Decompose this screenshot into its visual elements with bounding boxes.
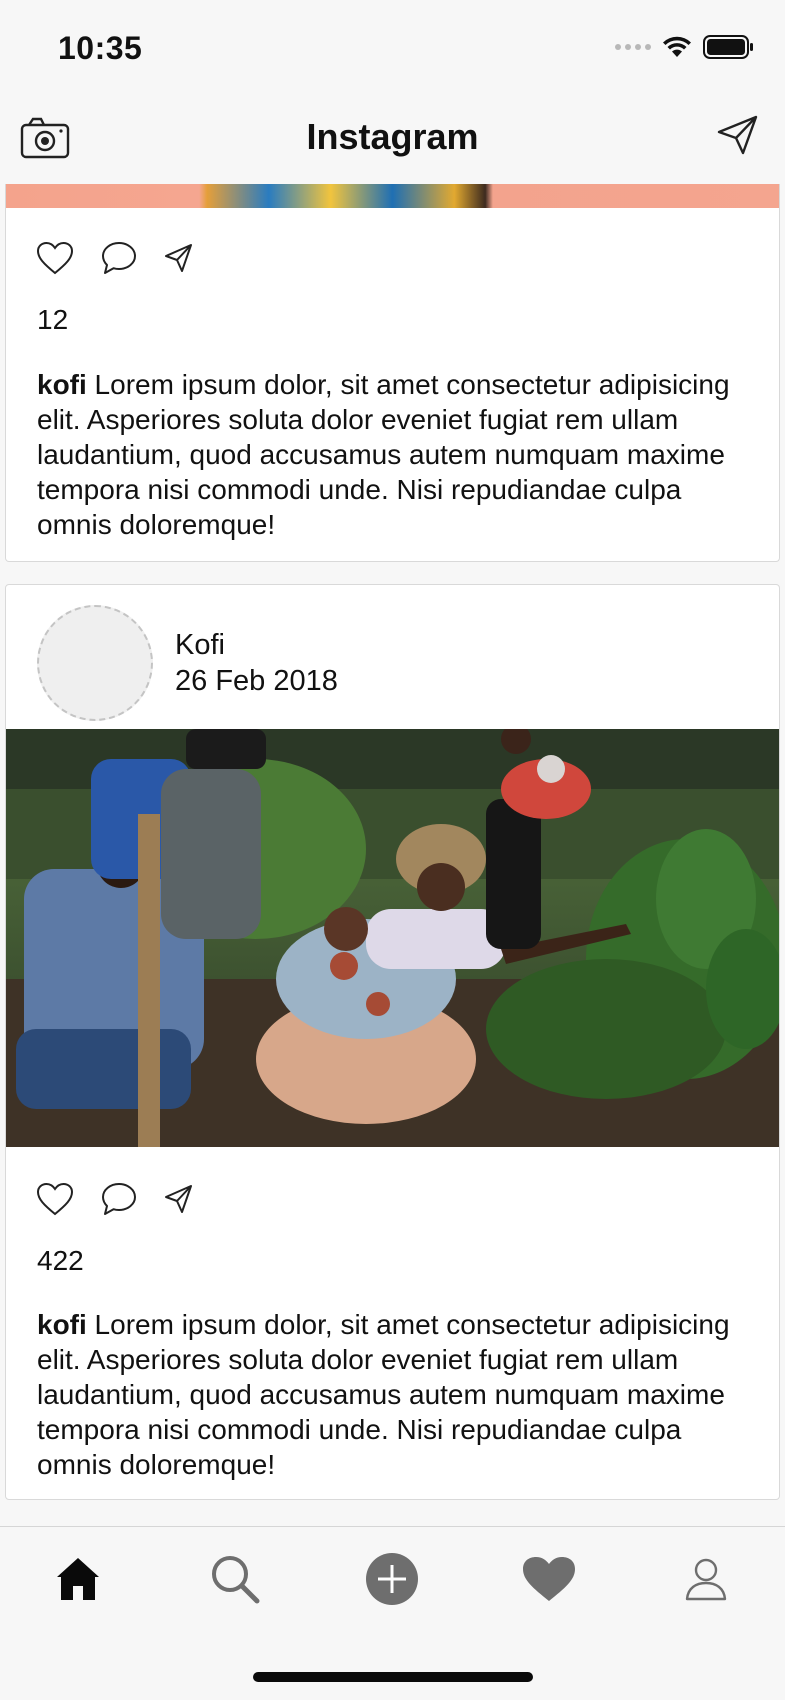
caption-username[interactable]: kofi xyxy=(37,1309,87,1340)
post-card: 12 kofi Lorem ipsum dolor, sit amet cons… xyxy=(5,208,780,562)
paper-plane-icon[interactable] xyxy=(717,114,759,156)
status-bar: 10:35 xyxy=(0,0,785,96)
post-photo[interactable] xyxy=(6,729,779,1147)
post-date: 26 Feb 2018 xyxy=(175,665,338,697)
tab-home[interactable] xyxy=(48,1549,108,1609)
home-indicator[interactable] xyxy=(253,1672,533,1682)
tab-profile[interactable] xyxy=(676,1549,736,1609)
share-icon[interactable] xyxy=(164,1184,194,1214)
farm-scene-photo xyxy=(6,729,779,1147)
tab-activity[interactable] xyxy=(519,1549,579,1609)
post-image-partial xyxy=(5,184,780,208)
post-header: Kofi 26 Feb 2018 xyxy=(6,585,781,729)
wifi-icon xyxy=(663,36,691,57)
share-icon[interactable] xyxy=(164,243,194,273)
post-actions xyxy=(36,240,194,276)
status-time: 10:35 xyxy=(58,30,143,66)
home-icon xyxy=(57,1558,99,1600)
post-caption: kofi Lorem ipsum dolor, sit amet consect… xyxy=(37,367,737,542)
search-icon xyxy=(212,1556,260,1604)
likes-count: 422 xyxy=(37,1245,84,1276)
profile-icon xyxy=(685,1558,727,1601)
add-icon xyxy=(366,1553,418,1605)
like-heart-icon[interactable] xyxy=(36,1182,74,1216)
post-caption: kofi Lorem ipsum dolor, sit amet consect… xyxy=(37,1307,737,1482)
status-icons xyxy=(615,32,755,62)
nav-bar: Instagram xyxy=(0,96,785,184)
heart-icon xyxy=(523,1557,575,1601)
post-actions xyxy=(36,1181,194,1217)
battery-icon xyxy=(703,35,753,59)
caption-username[interactable]: kofi xyxy=(37,369,87,400)
tab-search[interactable] xyxy=(205,1549,265,1609)
likes-count: 12 xyxy=(37,304,69,335)
caption-text: Lorem ipsum dolor, sit amet consectetur … xyxy=(37,369,730,540)
comment-icon[interactable] xyxy=(100,240,138,276)
feed[interactable]: 12 kofi Lorem ipsum dolor, sit amet cons… xyxy=(0,184,785,1526)
cellular-signal-icon xyxy=(615,44,651,50)
caption-text: Lorem ipsum dolor, sit amet consectetur … xyxy=(37,1309,730,1480)
post-username[interactable]: Kofi xyxy=(175,629,225,662)
post-card: Kofi 26 Feb 2018 422 kofi Lorem ipsum do… xyxy=(5,584,780,1500)
avatar[interactable] xyxy=(37,605,153,721)
tab-add[interactable] xyxy=(362,1549,422,1609)
page-title: Instagram xyxy=(306,116,479,157)
like-heart-icon[interactable] xyxy=(36,241,74,275)
comment-icon[interactable] xyxy=(100,1181,138,1217)
